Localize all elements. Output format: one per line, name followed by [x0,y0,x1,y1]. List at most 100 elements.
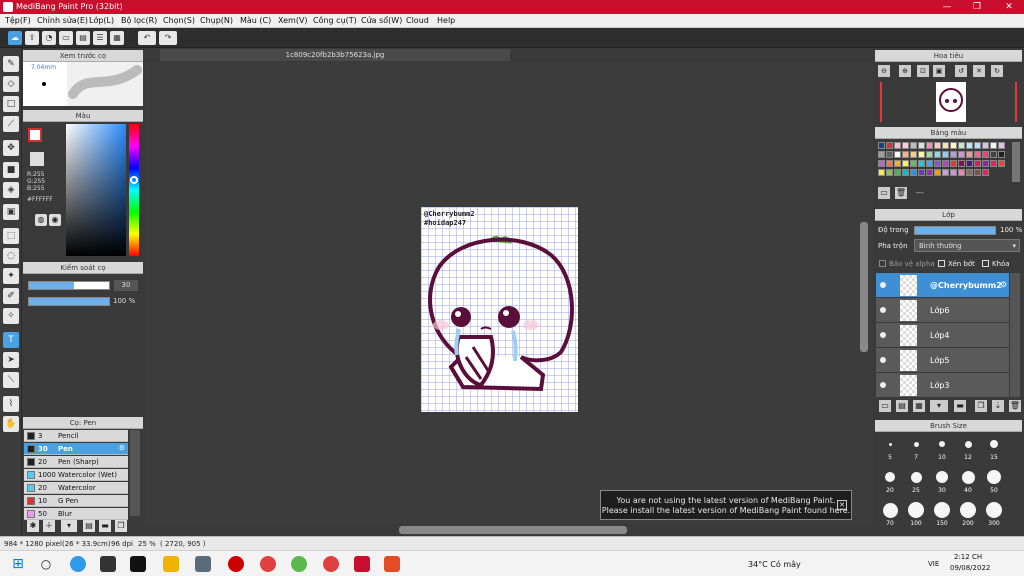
menu-snap[interactable]: Chụp(N) [200,16,233,25]
palette-swatch[interactable] [990,151,997,158]
recorder-icon[interactable] [228,556,244,572]
clock-date[interactable]: 09/08/2022 [950,564,990,572]
menu-select[interactable]: Chọn(S) [163,16,195,25]
menu-cloud[interactable]: Cloud [406,16,429,25]
menu-window[interactable]: Cửa sổ(W) [361,16,402,25]
palette-swatch[interactable] [966,151,973,158]
palette-swatch[interactable] [878,160,885,167]
notification-close-icon[interactable]: ✕ [837,500,847,510]
navigator-viewport[interactable] [880,82,1017,122]
palette-swatch[interactable] [926,160,933,167]
brush-size-option[interactable]: 20 [878,469,902,494]
flip-icon[interactable]: ✕ [973,65,985,77]
palette-swatch[interactable] [974,142,981,149]
layer-menu-icon[interactable]: ▾ [930,400,948,412]
add-color-icon[interactable]: ▭ [878,187,890,199]
eye-icon[interactable] [880,382,886,388]
operation-tool-icon[interactable]: ➤ [3,352,19,368]
zoom-in-icon[interactable]: ⊕ [899,65,911,77]
brush-opacity-slider[interactable] [28,297,110,306]
palette-swatch[interactable] [886,169,893,176]
menu-edit[interactable]: Chỉnh sửa(E) [37,16,88,25]
eye-icon[interactable] [880,282,886,288]
layer-row[interactable]: Lớp3 [876,373,1009,398]
redo-icon[interactable]: ↷ [159,31,177,45]
palette-swatch[interactable] [942,160,949,167]
brush-item[interactable]: 20 Pen (Sharp) [24,456,128,468]
palette-swatch[interactable] [910,142,917,149]
document-tab[interactable]: 1c809c20fb2b3b75623a.jpg [160,49,510,61]
palette-swatch[interactable] [998,151,1005,158]
secondary-color-swatch[interactable] [30,152,44,166]
hand-tool-icon[interactable]: ✋ [3,416,19,432]
palette-swatch[interactable] [894,169,901,176]
palette-swatch[interactable] [918,169,925,176]
update-notification[interactable]: You are not using the latest version of … [600,490,852,520]
palette-swatch[interactable] [918,142,925,149]
brush-size-option[interactable]: 50 [982,469,1006,494]
palette-swatch[interactable] [926,169,933,176]
gear-icon[interactable]: ⚙ [119,444,125,452]
magic-wand-icon[interactable]: ✦ [3,268,19,284]
palette-swatch[interactable] [942,169,949,176]
divide-tool-icon[interactable]: ⟍ [3,372,19,388]
actual-size-icon[interactable]: ▣ [933,65,945,77]
menu-tools[interactable]: Công cụ(T) [313,16,357,25]
menu-view[interactable]: Xem(V) [278,16,308,25]
brush-list-scrollbar[interactable] [130,430,140,516]
layer-row[interactable]: Lớp5 [876,348,1009,373]
minimize-button[interactable]: — [932,0,962,14]
palette-swatch[interactable] [926,142,933,149]
merge-layer-icon[interactable]: ⇣ [992,400,1004,412]
brush-item[interactable]: 3 Pencil [24,430,128,442]
palette-swatch[interactable] [902,169,909,176]
brush-size-option[interactable]: 70 [878,502,902,527]
comment-icon[interactable]: ◔ [42,31,56,45]
palette-swatch[interactable] [958,160,965,167]
brush-size-option[interactable]: 25 [904,469,928,494]
duplicate-layer-icon[interactable]: ❐ [975,400,987,412]
palette-scrollbar[interactable] [1012,142,1020,182]
cloud-icon[interactable]: ☁ [8,31,22,45]
brush-item[interactable]: 1000 Watercolor (Wet) [24,469,128,481]
palette-swatch[interactable] [982,160,989,167]
menu-help[interactable]: Help [437,16,455,25]
brush-size-option[interactable]: 300 [982,502,1006,527]
eye-icon[interactable] [880,332,886,338]
brush-size-option[interactable]: 12 [956,436,980,461]
delete-color-icon[interactable]: 🗑 [895,187,907,199]
palette-swatch[interactable] [902,151,909,158]
rotate-right-icon[interactable]: ↻ [991,65,1003,77]
office-icon[interactable] [384,556,400,572]
palette-swatch[interactable] [910,151,917,158]
palette-swatch[interactable] [958,169,965,176]
new-layer-8bit-icon[interactable]: ▤ [896,400,908,412]
maximize-button[interactable]: ❐ [962,0,992,14]
palette-swatch[interactable] [998,142,1005,149]
palette-swatch[interactable] [966,142,973,149]
layer-scrollbar[interactable] [1010,273,1020,397]
file-explorer-icon[interactable] [163,556,179,572]
eye-icon[interactable] [880,357,886,363]
bucket-tool-icon[interactable]: ◈ [3,182,19,198]
palette-swatch[interactable] [998,160,1005,167]
layer-folder-icon[interactable]: ▬ [954,400,966,412]
brush-size-value[interactable]: 30 [114,280,138,291]
gradient-tool-icon[interactable]: ▣ [3,204,19,220]
brush-size-option[interactable]: 30 [930,469,954,494]
menu-color[interactable]: Màu (C) [240,16,271,25]
new-layer-1bit-icon[interactable]: ▦ [913,400,925,412]
palette-swatch[interactable] [950,169,957,176]
brush-size-option[interactable]: 40 [956,469,980,494]
lasso-tool-icon[interactable]: ◌ [3,248,19,264]
brush-menu-icon[interactable]: ▾ [61,520,77,532]
palette-swatch[interactable] [974,160,981,167]
blend-mode-select[interactable]: Bình thường ▾ [914,239,1020,252]
protect-alpha-checkbox[interactable] [879,260,886,267]
brush-item[interactable]: 10 G Pen [24,495,128,507]
brush-item[interactable]: 20 Watercolor [24,482,128,494]
move-tool-icon[interactable]: ✥ [3,140,19,156]
palette-swatch[interactable] [942,151,949,158]
grid-icon[interactable]: ▦ [110,31,124,45]
palette-swatch[interactable] [942,142,949,149]
